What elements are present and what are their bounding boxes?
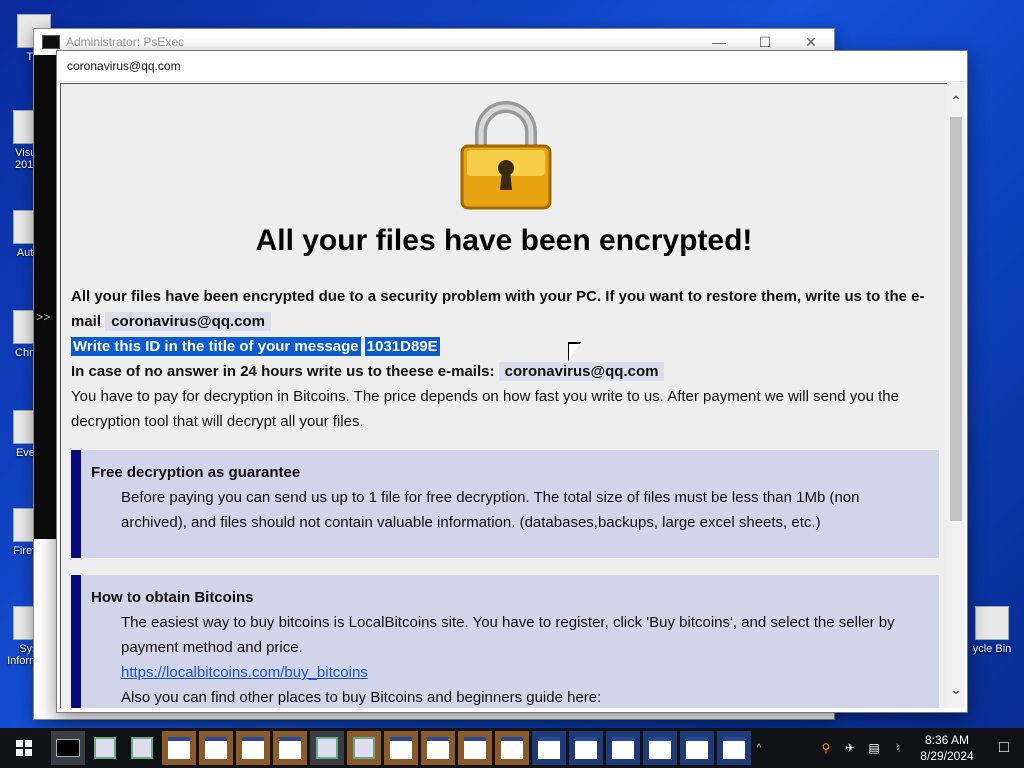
free-decryption-box: Free decryption as guarantee Before payi… (71, 450, 939, 558)
window-icon (390, 737, 412, 759)
taskbar-app[interactable] (125, 731, 159, 765)
close-button[interactable]: ✕ (788, 34, 834, 51)
localbitcoins-link[interactable]: https://localbitcoins.com/buy_bitcoins (121, 664, 368, 681)
contact-email[interactable]: coronavirus@qq.com (105, 312, 272, 331)
payment-text: You have to pay for decryption in Bitcoi… (71, 388, 899, 430)
desktop-icon-label: ycle Bin (972, 643, 1012, 655)
window-icon (501, 737, 523, 759)
windows-logo-icon (16, 740, 32, 756)
scroll-thumb[interactable] (950, 117, 962, 521)
obtain-bitcoins-body: The easiest way to buy bitcoins is Local… (121, 614, 895, 656)
taskbar: ^ ⚲ ✈ ▤ ♮ 8:36 AM 8/29/2024 □ (0, 728, 1024, 768)
note-content[interactable]: All your files have been encrypted! All … (60, 83, 947, 708)
free-decryption-title: Free decryption as guarantee (91, 464, 301, 481)
console-prompt: >> (36, 311, 51, 325)
backup-email[interactable]: coronavirus@qq.com (498, 362, 665, 381)
taskbar-overflow-icon[interactable]: ^ (751, 743, 767, 754)
app-icon (131, 737, 153, 759)
taskbar-app[interactable] (310, 731, 344, 765)
obtain-bitcoins-title: How to obtain Bitcoins (91, 589, 254, 606)
window-icon (168, 737, 190, 759)
taskbar-window[interactable] (495, 731, 529, 765)
page-title: All your files have been encrypted! (255, 224, 753, 257)
window-icon (205, 737, 227, 759)
note-titlebar[interactable]: coronavirus@qq.com (57, 51, 967, 82)
console-title: Administrator: PsExec (66, 35, 185, 49)
taskbar-window[interactable] (162, 731, 196, 765)
note-title: coronavirus@qq.com (67, 59, 181, 73)
mouse-cursor-fill (569, 344, 580, 360)
taskbar-window[interactable] (384, 731, 418, 765)
window-icon (649, 737, 671, 759)
recycle-bin-icon (975, 606, 1009, 640)
clock-date: 8/29/2024 (920, 749, 974, 763)
desktop-icon-recycle-bin[interactable]: ycle Bin (960, 606, 1024, 655)
taskbar-app[interactable] (88, 731, 122, 765)
window-icon (538, 737, 560, 759)
no-answer-text: In case of no answer in 24 hours write u… (71, 363, 495, 380)
window-icon (427, 737, 449, 759)
scroll-down-icon[interactable]: ⌄ (947, 681, 965, 698)
id-prompt[interactable]: Write this ID in the title of your messa… (71, 337, 361, 356)
taskbar-console[interactable] (51, 731, 85, 765)
minimize-button[interactable]: — (696, 34, 742, 51)
window-icon (686, 737, 708, 759)
taskbar-window[interactable] (458, 731, 492, 765)
window-icon (242, 737, 264, 759)
vertical-scrollbar[interactable]: ⌃ ⌄ (947, 83, 965, 708)
search-icon[interactable]: ⚲ (816, 741, 836, 755)
taskbar-app[interactable] (347, 731, 381, 765)
taskbar-window[interactable] (236, 731, 270, 765)
taskbar-window[interactable] (199, 731, 233, 765)
window-icon (279, 737, 301, 759)
taskbar-window[interactable] (273, 731, 307, 765)
app-icon (94, 737, 116, 759)
taskbar-window[interactable] (421, 731, 455, 765)
window-icon (464, 737, 486, 759)
taskbar-window[interactable] (643, 731, 677, 765)
cmd-icon (56, 739, 80, 757)
taskbar-window[interactable] (717, 731, 751, 765)
scroll-up-icon[interactable]: ⌃ (947, 93, 965, 110)
victim-id[interactable]: 1031D89E (364, 337, 440, 356)
network-icon[interactable]: ▤ (864, 741, 884, 755)
start-button[interactable] (0, 728, 48, 768)
system-tray: ⚲ ✈ ▤ ♮ 8:36 AM 8/29/2024 □ (814, 728, 1024, 768)
ransom-note-window[interactable]: coronavirus@qq.com All your files have b… (56, 50, 968, 713)
obtain-bitcoins-more: Also you can find other places to buy Bi… (121, 689, 602, 706)
taskbar-window[interactable] (606, 731, 640, 765)
taskbar-window[interactable] (532, 731, 566, 765)
network-off-icon[interactable]: ✈ (840, 741, 860, 755)
window-icon (612, 737, 634, 759)
clock[interactable]: 8:36 AM 8/29/2024 (910, 732, 984, 764)
window-icon (723, 737, 745, 759)
taskbar-window[interactable] (680, 731, 714, 765)
cmd-icon (42, 35, 60, 49)
free-decryption-body: Before paying you can send us up to 1 fi… (121, 489, 860, 531)
ransom-message: All your files have been encrypted due t… (71, 284, 937, 434)
volume-muted-icon[interactable]: ♮ (888, 741, 908, 755)
window-icon (575, 737, 597, 759)
taskbar-window[interactable] (569, 731, 603, 765)
notification-icon[interactable]: □ (984, 739, 1024, 757)
clock-time: 8:36 AM (924, 733, 970, 747)
maximize-button[interactable]: ☐ (742, 34, 788, 51)
obtain-bitcoins-box: How to obtain Bitcoins The easiest way t… (71, 575, 939, 708)
app-icon (353, 737, 375, 759)
app-icon (316, 737, 338, 759)
padlock-icon (460, 101, 552, 210)
